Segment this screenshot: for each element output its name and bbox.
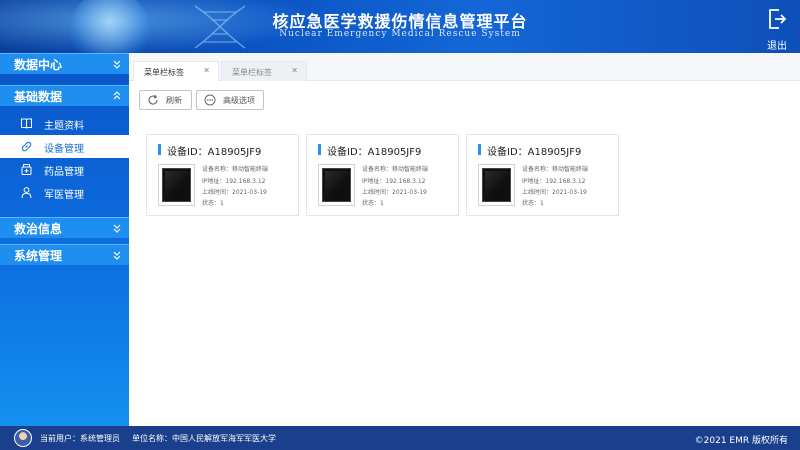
unit-name: 单位名称：中国人民解放军海军军医大学 bbox=[132, 434, 276, 443]
device-status: 状态：1 bbox=[202, 200, 224, 207]
device-online-time: 上线时间：2021-03-19 bbox=[362, 189, 427, 196]
avatar bbox=[14, 429, 32, 447]
device-online-time: 上线时间：2021-03-19 bbox=[522, 189, 587, 196]
chevron-down-icon bbox=[113, 224, 121, 233]
exit-icon bbox=[769, 9, 787, 29]
sidebar-group-label: 系统管理 bbox=[14, 249, 63, 263]
chevron-up-icon bbox=[113, 91, 121, 100]
current-user: 当前用户：系统管理员 bbox=[40, 434, 120, 443]
tab-menu-label-2[interactable]: 菜单栏标签 ✕ bbox=[221, 61, 307, 81]
sidebar-group-label: 救治信息 bbox=[14, 222, 63, 236]
device-online-time: 上线时间：2021-03-19 bbox=[202, 189, 267, 196]
app-footer: 当前用户：系统管理员 单位名称：中国人民解放军海军军医大学 ©2021 EMR … bbox=[0, 426, 800, 450]
advanced-options-button[interactable]: 高级选项 bbox=[196, 90, 264, 110]
logout-button[interactable]: 退出 bbox=[762, 8, 792, 52]
refresh-button[interactable]: 刷新 bbox=[139, 90, 192, 110]
tab-label: 菜单栏标签 bbox=[144, 68, 184, 77]
tab-menu-label-1[interactable]: 菜单栏标签 ✕ bbox=[133, 61, 219, 81]
device-id: 设备ID：A18905JF9 bbox=[487, 147, 582, 158]
sidebar: 数据中心 基础数据 主题资料 设备管理 药品管理 军医管理 救治信息 系统管理 bbox=[0, 53, 129, 426]
refresh-icon bbox=[148, 94, 158, 105]
sidebar-item-label: 主题资料 bbox=[44, 121, 84, 132]
chevron-down-icon bbox=[113, 60, 121, 69]
device-image bbox=[318, 164, 355, 206]
refresh-label: 刷新 bbox=[166, 96, 182, 105]
sidebar-item-label: 药品管理 bbox=[44, 167, 84, 178]
sidebar-item-medicine-management[interactable]: 药品管理 bbox=[0, 158, 129, 181]
link-icon bbox=[21, 141, 32, 152]
device-card[interactable]: 设备ID：A18905JF9 设备名称：移动智能终端 IP地址：192.168.… bbox=[306, 134, 459, 216]
sidebar-group-treatment-info[interactable]: 救治信息 bbox=[0, 217, 129, 238]
device-card[interactable]: 设备ID：A18905JF9 设备名称：移动智能终端 IP地址：192.168.… bbox=[466, 134, 619, 216]
device-image bbox=[478, 164, 515, 206]
copyright: ©2021 EMR 版权所有 bbox=[694, 436, 788, 446]
person-icon bbox=[21, 187, 32, 199]
close-icon[interactable]: ✕ bbox=[203, 66, 210, 75]
close-icon[interactable]: ✕ bbox=[291, 66, 298, 75]
device-image bbox=[158, 164, 195, 206]
sidebar-group-data-center[interactable]: 数据中心 bbox=[0, 53, 129, 74]
device-name: 设备名称：移动智能终端 bbox=[522, 166, 589, 173]
sidebar-item-device-management[interactable]: 设备管理 bbox=[0, 135, 129, 158]
tab-label: 菜单栏标签 bbox=[232, 68, 272, 77]
device-id: 设备ID：A18905JF9 bbox=[167, 147, 262, 158]
device-ip: IP地址：192.168.3.12 bbox=[202, 178, 266, 185]
device-id: 设备ID：A18905JF9 bbox=[327, 147, 422, 158]
device-card[interactable]: 设备ID：A18905JF9 设备名称：移动智能终端 IP地址：192.168.… bbox=[146, 134, 299, 216]
device-status: 状态：1 bbox=[522, 200, 544, 207]
card-accent-bar bbox=[158, 144, 161, 155]
device-ip: IP地址：192.168.3.12 bbox=[522, 178, 586, 185]
sidebar-group-label: 数据中心 bbox=[14, 58, 63, 72]
device-name: 设备名称：移动智能终端 bbox=[202, 166, 269, 173]
sidebar-item-label: 军医管理 bbox=[44, 190, 84, 201]
device-ip: IP地址：192.168.3.12 bbox=[362, 178, 426, 185]
app-header: 核应急医学救援伤情信息管理平台 Nuclear Emergency Medica… bbox=[0, 0, 800, 53]
more-icon bbox=[204, 94, 216, 106]
advanced-options-label: 高级选项 bbox=[223, 96, 255, 105]
sidebar-group-basic-data[interactable]: 基础数据 bbox=[0, 85, 129, 106]
sidebar-group-system-management[interactable]: 系统管理 bbox=[0, 244, 129, 265]
logout-label: 退出 bbox=[767, 41, 787, 52]
chevron-down-icon bbox=[113, 251, 121, 260]
app-subtitle: Nuclear Emergency Medical Rescue System bbox=[279, 29, 521, 39]
medicine-icon bbox=[21, 164, 32, 175]
card-accent-bar bbox=[478, 144, 481, 155]
sidebar-item-label: 设备管理 bbox=[44, 144, 84, 155]
card-accent-bar bbox=[318, 144, 321, 155]
book-icon bbox=[21, 118, 32, 129]
sidebar-item-doctor-management[interactable]: 军医管理 bbox=[0, 181, 129, 204]
sidebar-item-subject-data[interactable]: 主题资料 bbox=[0, 112, 129, 135]
tab-bar: 菜单栏标签 ✕ 菜单栏标签 ✕ bbox=[129, 53, 800, 81]
sidebar-group-label: 基础数据 bbox=[14, 90, 63, 104]
device-status: 状态：1 bbox=[362, 200, 384, 207]
device-name: 设备名称：移动智能终端 bbox=[362, 166, 429, 173]
